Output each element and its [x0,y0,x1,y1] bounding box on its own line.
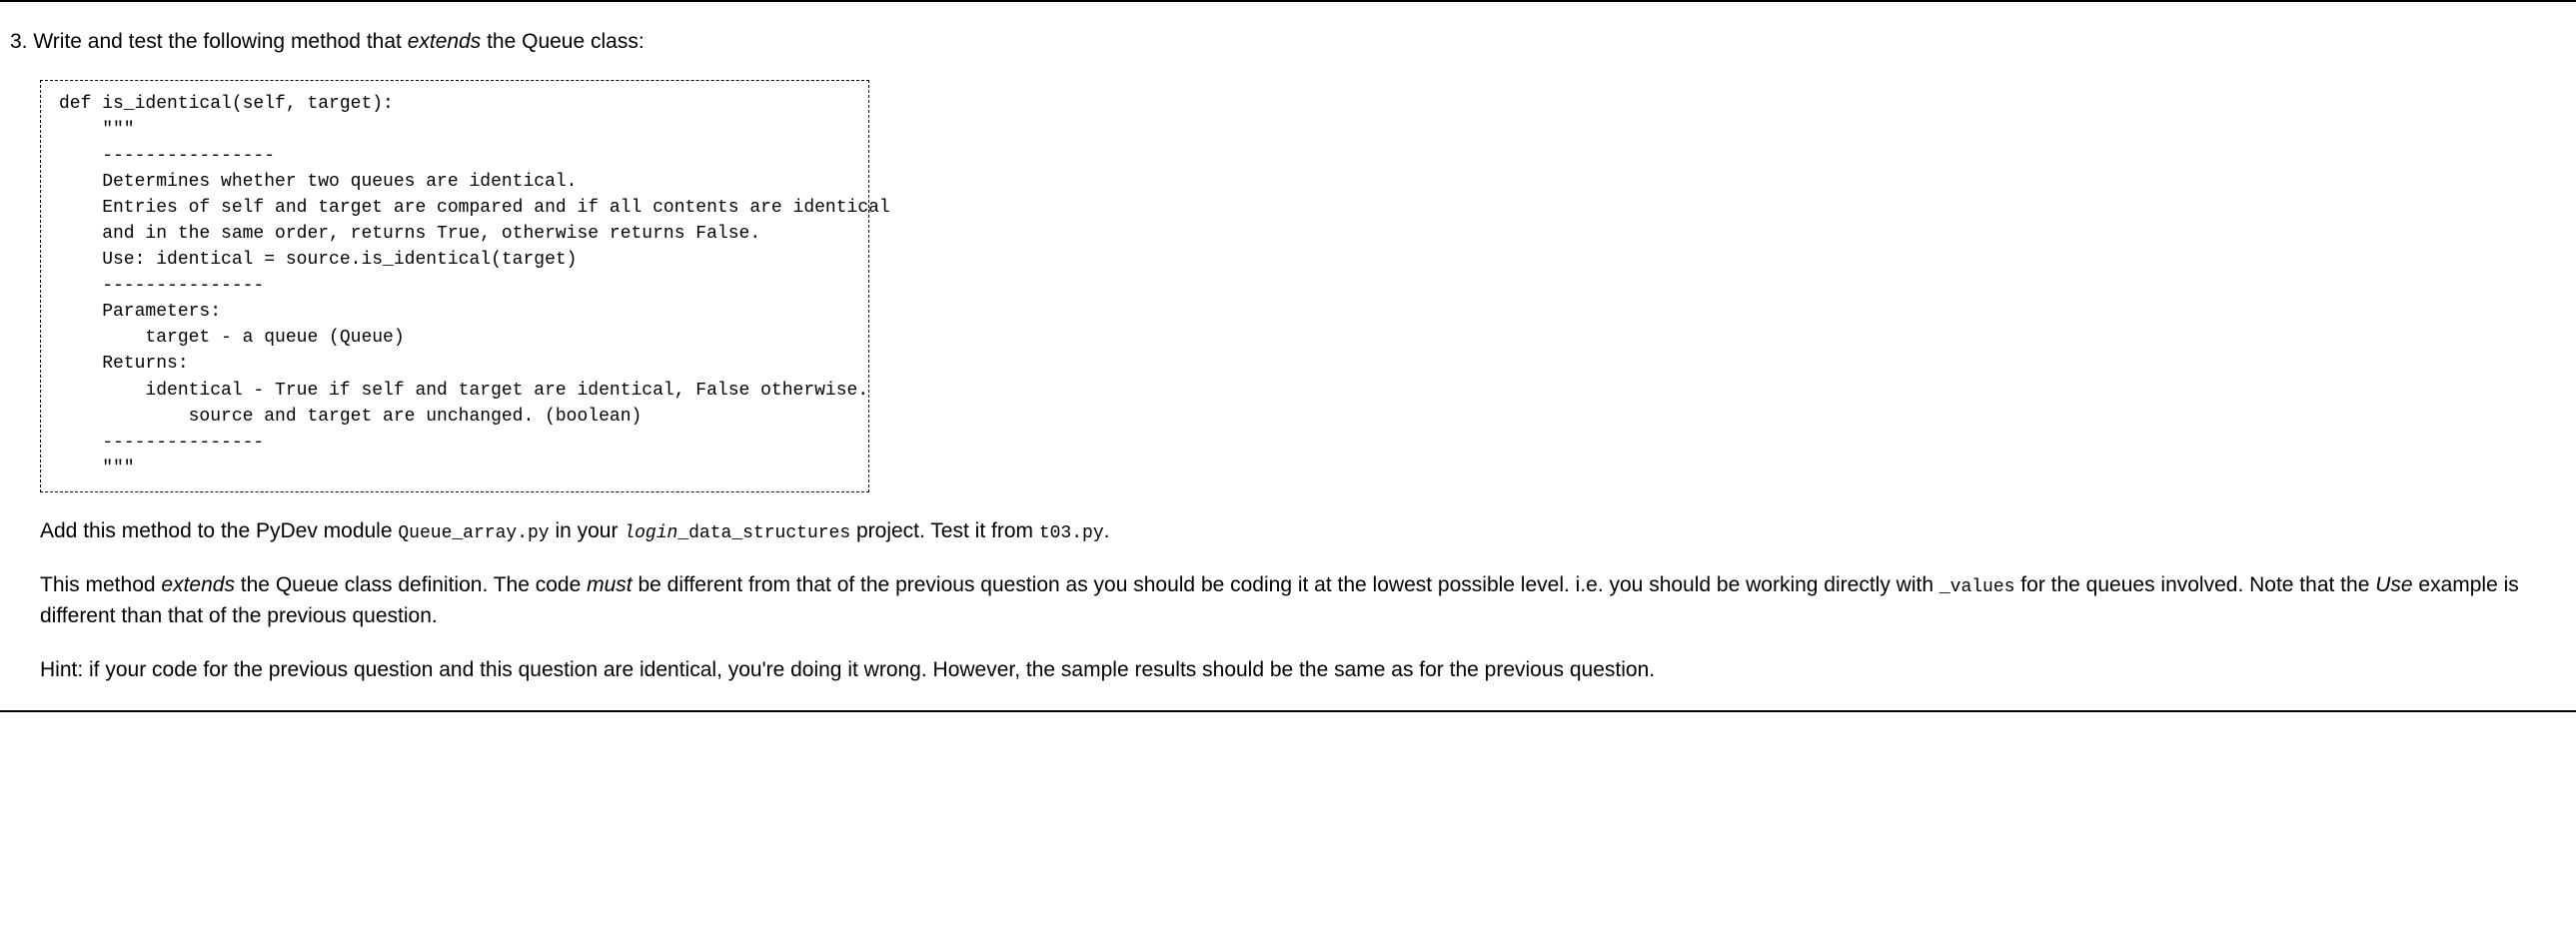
p1-mono-queue-array: Queue_array.py [398,523,549,543]
code-block: def is_identical(self, target): """ ----… [40,80,869,492]
code-line: identical - True if self and target are … [59,381,868,401]
code-line: Entries of self and target are compared … [59,198,890,218]
intro-suffix: the Queue class: [481,30,644,53]
code-line: --------------- [59,433,264,453]
code-line: """ [59,120,135,140]
p2-text: be different from that of the previous q… [633,573,1939,596]
p2-italic-use: Use [2375,573,2412,596]
p3-text: Hint: if your code for the previous ques… [40,658,1655,681]
paragraph-2: This method extends the Queue class defi… [40,570,2566,631]
code-line: Parameters: [59,302,221,322]
p1-text: . [1104,519,1110,542]
paragraph-1: Add this method to the PyDev module Queu… [40,516,2566,546]
p1-text: in your [550,519,625,542]
paragraph-3: Hint: if your code for the previous ques… [40,655,2566,685]
p1-mono-t03: t03.py [1039,523,1104,543]
p2-text: for the queues involved. Note that the [2014,573,2375,596]
p2-text: This method [40,573,161,596]
p1-text: Add this method to the PyDev module [40,519,398,542]
p2-italic-must: must [587,573,633,596]
p2-italic-extends: extends [161,573,235,596]
p2-mono-values: _values [1939,577,2015,597]
intro-italic: extends [408,30,482,53]
question-block: 3. Write and test the following method t… [0,26,2576,686]
code-line: """ [59,459,135,478]
p2-text: the Queue class definition. The code [235,573,587,596]
code-line: Determines whether two queues are identi… [59,172,577,192]
code-line: and in the same order, returns True, oth… [59,224,760,244]
question-intro: 3. Write and test the following method t… [10,26,2566,58]
code-line: --------------- [59,276,264,296]
code-line: def is_identical(self, target): [59,94,394,114]
bottom-horizontal-rule [0,710,2576,712]
top-horizontal-rule [0,0,2576,2]
question-number: 3. [10,30,28,53]
code-line: ---------------- [59,146,275,166]
code-line: Use: identical = source.is_identical(tar… [59,250,577,270]
p1-mono-data-structures: _data_structures [677,523,850,543]
p1-mono-login: login [624,523,677,543]
code-line: source and target are unchanged. (boolea… [59,407,642,427]
code-line: Returns: [59,354,189,374]
p1-text: project. Test it from [850,519,1039,542]
code-line: target - a queue (Queue) [59,328,405,348]
intro-prefix: Write and test the following method that [33,30,407,53]
